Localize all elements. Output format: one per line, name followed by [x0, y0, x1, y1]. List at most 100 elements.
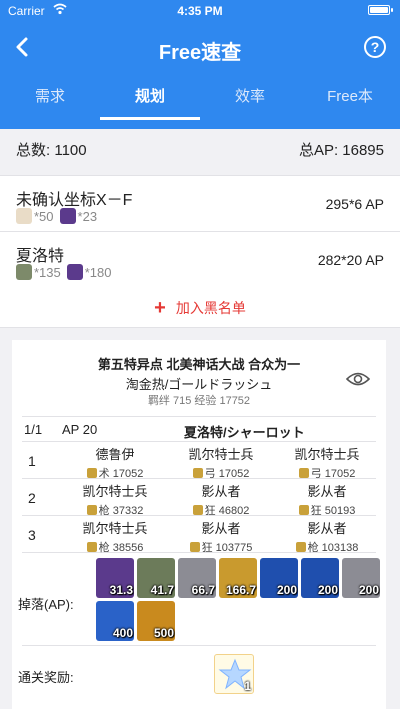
material-count: *180 — [84, 264, 112, 280]
enemy-cell: 德鲁伊 术 17052 — [60, 444, 170, 481]
class-icon — [192, 505, 203, 515]
gold-gem-icon[interactable]: 500 — [137, 601, 175, 641]
plan-item-ap: 282*20 AP — [317, 252, 384, 268]
blue-gem-icon[interactable]: 200 — [260, 558, 298, 598]
class-icon — [298, 505, 309, 515]
enemy-cell: 影从者 狂 103775 — [166, 518, 276, 555]
plan-item-ap: 295*6 AP — [325, 196, 384, 212]
plan-item-name: 未确认坐标X－F — [16, 192, 133, 209]
material-count: *135 — [34, 264, 61, 280]
material-count: *23 — [77, 208, 98, 224]
page-title: Free速查 — [158, 42, 242, 64]
drop-ap: 200 — [276, 583, 297, 597]
class-icon — [295, 542, 306, 552]
drop-ap: 166.7 — [225, 583, 256, 597]
quest-card: 第五特异点 北美神话大战 合众为一 淘金热/ゴールドラッシュ 羁绊 715 经验… — [12, 340, 386, 709]
drop-ap: 200 — [358, 583, 379, 597]
class-icon — [86, 468, 97, 478]
drop-ap: 31.3 — [109, 583, 133, 597]
summary-row: 总数: 1100 总AP: 16895 — [0, 129, 400, 175]
enemy-name: 凯尔特士兵 — [82, 521, 148, 536]
green-ring-icon — [16, 264, 32, 280]
enemy-name: 影从者 — [201, 484, 241, 499]
enemy-name: 凯尔特士兵 — [82, 484, 148, 499]
enemy-cell: 凯尔特士兵 弓 17052 — [272, 444, 382, 481]
enemy-cell: 凯尔特士兵 枪 37332 — [60, 481, 170, 518]
class-icon — [86, 505, 97, 515]
quest-location: 夏洛特/シャーロット — [184, 425, 305, 440]
enemy-name: 凯尔特士兵 — [294, 447, 360, 462]
tab-efficiency[interactable]: 效率 — [200, 82, 300, 122]
quest-index: 1/1 — [24, 422, 43, 437]
feather-icon — [16, 208, 32, 224]
quest-grid-header: 1/1 AP 20 夏洛特/シャーロット — [22, 416, 376, 442]
wave-row: 2 凯尔特士兵 枪 37332 影从者 狂 46802 影从者 狂 50193 — [22, 479, 376, 518]
divider — [22, 645, 376, 646]
drop-ap: 41.7 — [150, 583, 174, 597]
enemy-info: 狂 103775 — [201, 542, 253, 554]
status-time: 4:35 PM — [177, 4, 223, 18]
class-icon — [189, 542, 200, 552]
enemy-name: 影从者 — [201, 521, 241, 536]
reward-count: 1 — [244, 679, 251, 693]
help-icon[interactable]: ? — [364, 36, 386, 58]
plan-item-name: 夏洛特 — [16, 248, 65, 265]
drop-ap: 400 — [112, 626, 133, 640]
wave-number: 1 — [28, 453, 36, 469]
battery-icon — [368, 5, 393, 15]
total-count: 总数: 1100 — [16, 142, 87, 159]
nav-bar: Free速查 ? — [0, 26, 400, 70]
blue-gem-icon[interactable]: 400 — [96, 601, 134, 641]
plan-item-materials: *50 *23 — [16, 208, 103, 224]
quest-subtitle: 淘金热/ゴールドラッシュ — [125, 377, 273, 392]
material-count: *50 — [34, 208, 54, 224]
silver-piece-icon[interactable]: 66.7 — [178, 558, 216, 598]
enemy-info: 枪 38556 — [98, 542, 144, 554]
purple-crystal-icon — [66, 264, 83, 280]
quest-bond-exp: 羁绊 715 经验 17752 — [147, 395, 251, 407]
drop-ap: 500 — [153, 626, 174, 640]
class-icon — [192, 468, 203, 478]
wave-row: 3 凯尔特士兵 枪 38556 影从者 狂 103775 影从者 枪 10313… — [22, 516, 376, 555]
plus-icon: + — [154, 297, 166, 319]
saint-quartz-icon[interactable]: 1 — [214, 654, 254, 694]
top-bar: Carrier 4:35 PM Free速查 ? 需求 规划 效率 Free本 — [0, 0, 400, 129]
enemy-cell: 影从者 枪 103138 — [272, 518, 382, 555]
silver-piece-icon[interactable]: 200 — [342, 558, 380, 598]
blacklist-label: 加入黑名单 — [175, 300, 246, 316]
drops-label: 掉落(AP): — [18, 597, 74, 612]
plan-item[interactable]: 夏洛特 282*20 AP *135 *180 — [0, 231, 400, 288]
class-icon — [298, 468, 309, 478]
green-ring-icon[interactable]: 41.7 — [137, 558, 175, 598]
enemy-name: 德鲁伊 — [95, 447, 135, 462]
tab-bar: 需求 规划 效率 Free本 — [0, 82, 400, 122]
drop-ap: 200 — [317, 583, 338, 597]
purple-crystal-icon[interactable]: 31.3 — [96, 558, 134, 598]
quest-ap: AP 20 — [62, 422, 98, 437]
add-to-blacklist-button[interactable]: + 加入黑名单 — [0, 288, 400, 328]
enemy-name: 影从者 — [307, 484, 347, 499]
wave-number: 2 — [28, 490, 36, 506]
enemy-cell: 影从者 狂 46802 — [166, 481, 276, 518]
total-ap: 总AP: 16895 — [298, 142, 384, 159]
blue-gem-icon[interactable]: 200 — [301, 558, 339, 598]
quest-title: 第五特异点 北美神话大战 合众为一 — [97, 357, 301, 372]
tab-plan[interactable]: 规划 — [100, 82, 200, 122]
drop-ap: 66.7 — [191, 583, 215, 597]
purple-crystal-icon — [59, 208, 76, 224]
tab-demand[interactable]: 需求 — [0, 82, 100, 122]
plan-item[interactable]: 未确认坐标X－F 295*6 AP *50 *23 — [0, 175, 400, 231]
enemy-cell: 凯尔特士兵 枪 38556 — [60, 518, 170, 555]
enemy-name: 影从者 — [307, 521, 347, 536]
enemy-info: 枪 103138 — [307, 542, 359, 554]
eye-icon[interactable] — [346, 370, 370, 388]
tab-free-quests[interactable]: Free本 — [300, 82, 400, 122]
status-bar: Carrier 4:35 PM — [0, 0, 400, 20]
plan-item-materials: *135 *180 — [16, 264, 118, 280]
gold-piece-icon[interactable]: 166.7 — [219, 558, 257, 598]
enemy-cell: 影从者 狂 50193 — [272, 481, 382, 518]
wave-number: 3 — [28, 527, 36, 543]
class-icon — [86, 542, 97, 552]
wave-row: 1 德鲁伊 术 17052 凯尔特士兵 弓 17052 凯尔特士兵 弓 1705… — [22, 442, 376, 481]
enemy-name: 凯尔特士兵 — [188, 447, 254, 462]
